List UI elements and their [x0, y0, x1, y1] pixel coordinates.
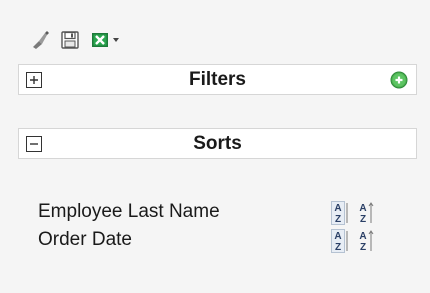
excel-export-button[interactable] [90, 30, 120, 50]
sort-item-label: Employee Last Name [38, 201, 220, 222]
toolbar [30, 26, 120, 54]
excel-export-icon [92, 33, 108, 47]
add-filter-icon[interactable] [390, 71, 408, 89]
svg-text:A: A [334, 231, 341, 242]
svg-text:A: A [334, 203, 341, 214]
sort-ascending-icon[interactable]: A Z [331, 201, 349, 225]
save-icon [61, 31, 79, 49]
filters-title: Filters [188, 69, 247, 90]
sort-descending-icon[interactable]: A Z [357, 229, 375, 253]
svg-text:Z: Z [335, 214, 341, 225]
sort-ascending-icon[interactable]: A Z [331, 229, 349, 253]
sort-descending-icon[interactable]: A Z [357, 201, 375, 225]
sort-item: Employee Last Name A Z A Z [38, 200, 418, 228]
filters-panel-header: Filters [18, 64, 417, 95]
sorts-title: Sorts [193, 133, 242, 154]
save-button[interactable] [60, 30, 80, 50]
sort-item-label: Order Date [38, 229, 132, 250]
sort-item: Order Date A Z A Z [38, 228, 418, 256]
brush-icon [33, 31, 49, 49]
sort-list: Employee Last Name A Z A Z Order Date A … [38, 200, 418, 256]
svg-text:A: A [359, 231, 366, 242]
dropdown-arrow-icon [113, 38, 119, 42]
brush-button[interactable] [30, 30, 50, 50]
sorts-panel-header: Sorts [18, 128, 417, 159]
svg-text:Z: Z [360, 242, 366, 253]
svg-text:Z: Z [335, 242, 341, 253]
svg-text:Z: Z [360, 214, 366, 225]
svg-text:A: A [359, 203, 366, 214]
